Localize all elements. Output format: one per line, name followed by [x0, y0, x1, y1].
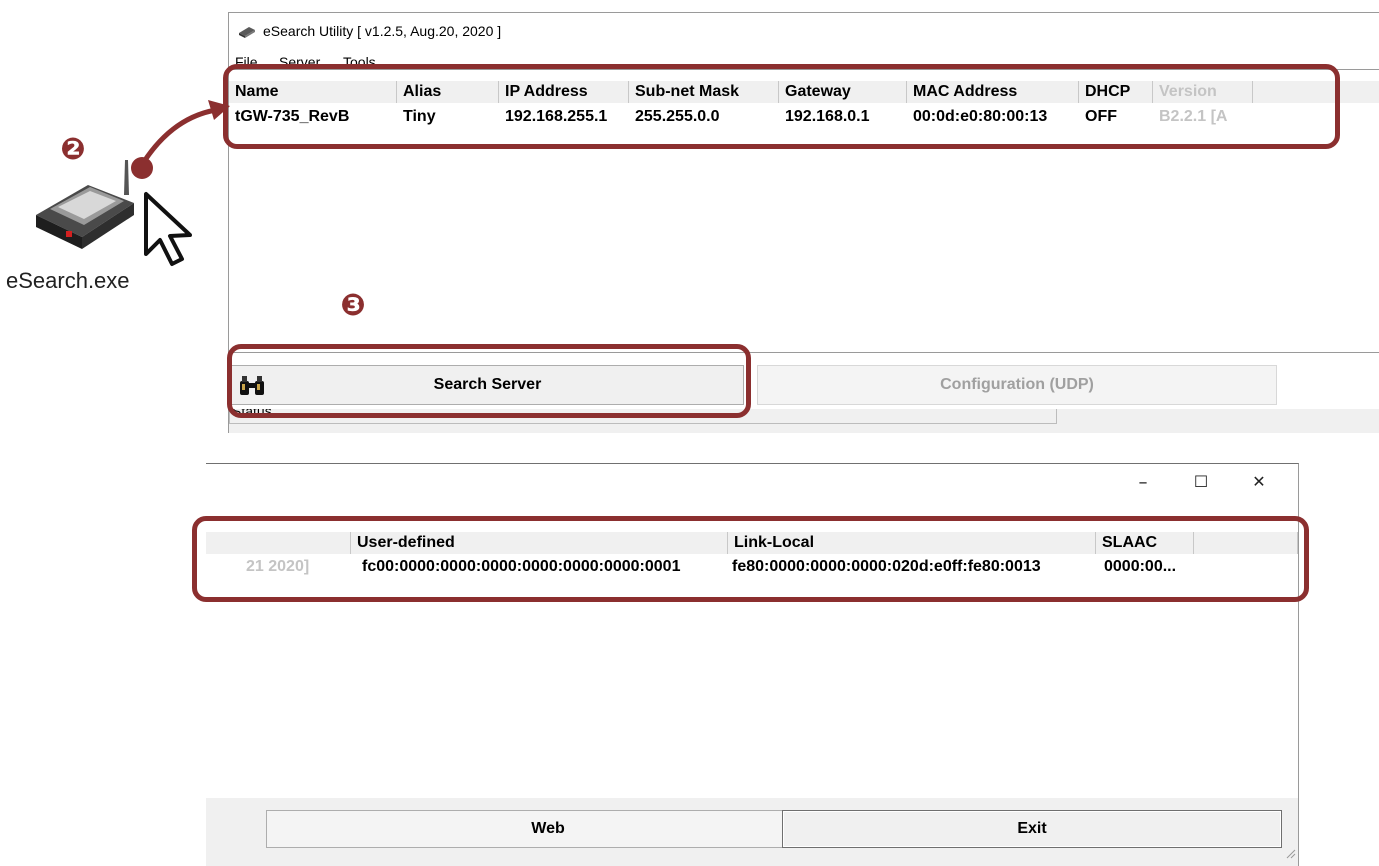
- desktop-icon-label: eSearch.exe: [6, 268, 130, 293]
- step-2-badge: ❷: [60, 132, 86, 167]
- maximize-button[interactable]: ☐: [1176, 472, 1226, 491]
- web-button-label: Web: [531, 820, 565, 837]
- window-controls: – ☐ ✕: [1118, 464, 1298, 504]
- mouse-cursor-icon: [144, 192, 192, 266]
- window-title: eSearch Utility [ v1.2.5, Aug.20, 2020 ]: [263, 23, 502, 39]
- web-button[interactable]: Web: [266, 810, 830, 848]
- search-button-callout: [227, 344, 751, 418]
- step-3-badge: ❸: [340, 288, 366, 323]
- app-icon: [237, 23, 257, 44]
- minimize-button[interactable]: –: [1118, 472, 1168, 493]
- configuration-udp-label: Configuration (UDP): [940, 376, 1094, 393]
- exit-button-label: Exit: [1017, 820, 1047, 837]
- ipv6-list-callout: [192, 516, 1309, 602]
- server-list-callout: [223, 64, 1340, 149]
- close-button[interactable]: ✕: [1234, 472, 1284, 491]
- title-bar: eSearch Utility [ v1.2.5, Aug.20, 2020 ]: [229, 13, 1379, 49]
- exit-button[interactable]: Exit: [782, 810, 1282, 848]
- configuration-udp-button[interactable]: Configuration (UDP): [757, 365, 1277, 405]
- resize-grip-icon[interactable]: [1284, 846, 1296, 864]
